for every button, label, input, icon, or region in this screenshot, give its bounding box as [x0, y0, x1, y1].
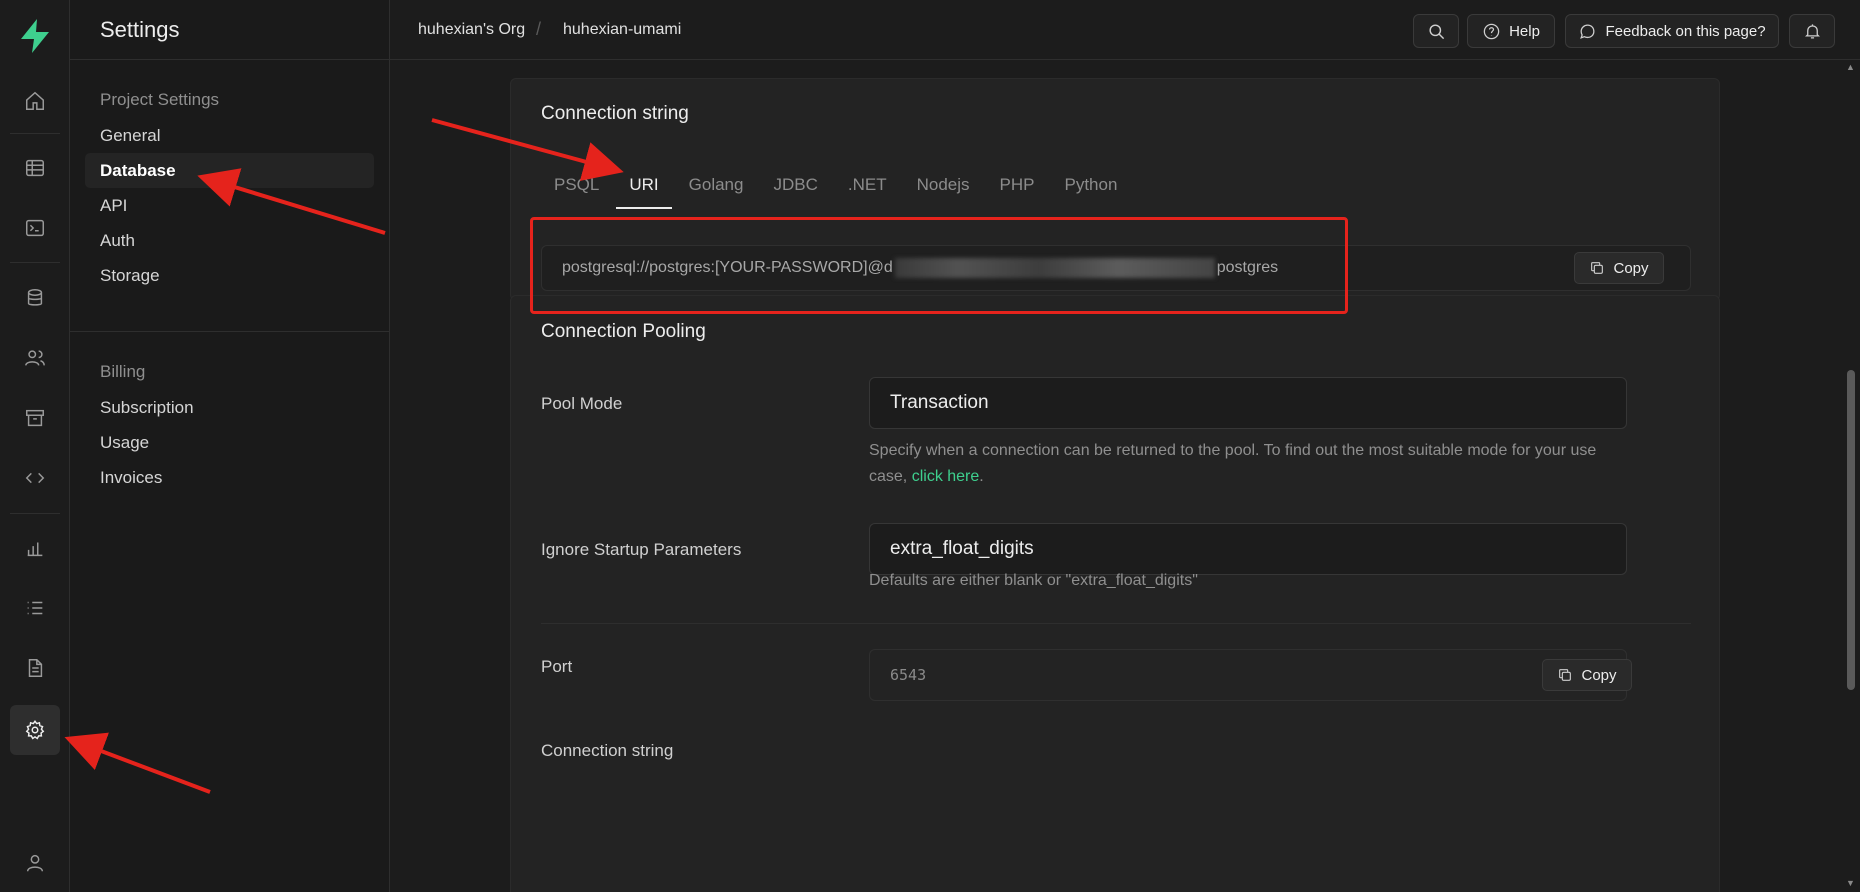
sql-editor-icon[interactable]: [10, 203, 60, 253]
help-end: .: [979, 468, 984, 485]
tab-golang[interactable]: Golang: [676, 173, 757, 209]
reports-icon[interactable]: [10, 523, 60, 573]
top-bar: huhexian's Org / huhexian-umami Help Fee…: [390, 0, 1860, 60]
rail-divider: [10, 133, 60, 134]
scroll-down-arrow-icon[interactable]: ▼: [1846, 878, 1855, 888]
rail-divider: [10, 513, 60, 514]
home-icon[interactable]: [10, 76, 60, 126]
pooling-connection-string-label: Connection string: [541, 741, 674, 760]
feedback-label: Feedback on this page?: [1605, 22, 1766, 40]
uri-suffix: postgres: [1216, 259, 1279, 276]
auth-users-icon[interactable]: [10, 333, 60, 383]
sidebar-item-storage[interactable]: Storage: [85, 258, 374, 293]
help-button[interactable]: Help: [1467, 14, 1555, 48]
port-label: Port: [541, 657, 573, 676]
account-icon[interactable]: [10, 838, 60, 888]
sidebar-item-usage[interactable]: Usage: [85, 425, 374, 460]
bell-icon: [1804, 23, 1820, 38]
sidebar-item-subscription[interactable]: Subscription: [85, 390, 374, 425]
copy-port-button[interactable]: Copy: [1542, 659, 1632, 691]
pool-mode-help: Specify when a connection can be returne…: [869, 438, 1629, 490]
tab-jdbc[interactable]: JDBC: [760, 173, 830, 209]
help-label: Help: [1509, 22, 1540, 40]
sidebar-title: Settings: [70, 0, 389, 60]
rail-divider: [10, 262, 60, 263]
pool-mode-label: Pool Mode: [541, 394, 623, 413]
pool-mode-select[interactable]: Transaction: [869, 377, 1627, 429]
port-field[interactable]: 6543: [869, 649, 1627, 701]
billing-section: Billing Subscription Usage Invoices: [70, 332, 389, 495]
ignore-startup-label: Ignore Startup Parameters: [541, 540, 742, 559]
main-scrollbar[interactable]: ▲ ▼: [1842, 60, 1860, 892]
tab-psql[interactable]: PSQL: [541, 173, 612, 209]
sidebar-item-database[interactable]: Database: [85, 153, 374, 188]
sidebar-item-general[interactable]: General: [85, 118, 374, 153]
sidebar-item-api[interactable]: API: [85, 188, 374, 223]
sidebar-item-auth[interactable]: Auth: [85, 223, 374, 258]
breadcrumb-org[interactable]: huhexian's Org: [418, 21, 525, 39]
copy-icon: [1591, 262, 1604, 274]
main-content: Connection string PSQL URI Golang JDBC .…: [390, 60, 1840, 892]
breadcrumb-project[interactable]: huhexian-umami: [563, 21, 681, 39]
language-tabs: PSQL URI Golang JDBC .NET Nodejs PHP Pyt…: [541, 173, 1134, 209]
project-settings-section: Project Settings General Database API Au…: [70, 60, 389, 293]
copy-uri-button[interactable]: Copy: [1574, 252, 1664, 284]
settings-icon[interactable]: [10, 705, 60, 755]
logs-icon[interactable]: [10, 583, 60, 633]
notifications-button[interactable]: [1789, 14, 1835, 48]
connection-string-card: Connection string PSQL URI Golang JDBC .…: [510, 78, 1720, 301]
uri-prefix: postgresql://postgres:[YOUR-PASSWORD]@d: [562, 259, 893, 276]
row-divider: [541, 623, 1691, 624]
card-title: Connection Pooling: [541, 321, 706, 342]
icon-rail: [0, 0, 70, 892]
click-here-link[interactable]: click here: [912, 468, 980, 485]
connection-uri-field[interactable]: postgresql://postgres:[YOUR-PASSWORD]@d …: [541, 245, 1691, 291]
scroll-thumb[interactable]: [1847, 370, 1855, 690]
scroll-up-arrow-icon[interactable]: ▲: [1846, 62, 1855, 72]
tab-nodejs[interactable]: Nodejs: [904, 173, 983, 209]
edge-functions-icon[interactable]: [10, 453, 60, 503]
settings-sidebar: Settings Project Settings General Databa…: [70, 0, 390, 892]
tab-python[interactable]: Python: [1052, 173, 1131, 209]
storage-icon[interactable]: [10, 393, 60, 443]
copy-label: Copy: [1581, 666, 1617, 684]
sidebar-item-invoices[interactable]: Invoices: [85, 460, 374, 495]
search-icon: [1428, 23, 1444, 39]
copy-label: Copy: [1613, 259, 1649, 277]
search-button[interactable]: [1413, 14, 1459, 48]
section-title: Project Settings: [100, 90, 220, 109]
feedback-button[interactable]: Feedback on this page?: [1565, 14, 1779, 48]
database-icon[interactable]: [10, 273, 60, 323]
tab-php[interactable]: PHP: [987, 173, 1048, 209]
ignore-startup-help: Defaults are either blank or "extra_floa…: [869, 572, 1198, 589]
tab-dotnet[interactable]: .NET: [835, 173, 900, 209]
api-docs-icon[interactable]: [10, 643, 60, 693]
breadcrumb-separator: /: [536, 19, 542, 39]
card-title: Connection string: [541, 103, 689, 124]
connection-pooling-card: Connection Pooling Pool Mode Transaction…: [510, 295, 1720, 892]
supabase-logo-icon[interactable]: [16, 17, 54, 55]
redacted-host-blur: [894, 258, 1215, 278]
section-title: Billing: [100, 362, 146, 381]
copy-icon: [1559, 669, 1572, 681]
help-circle-icon: [1483, 23, 1500, 39]
app-window: Settings Project Settings General Databa…: [0, 0, 1860, 892]
tab-uri[interactable]: URI: [616, 173, 672, 209]
chat-bubble-icon: [1580, 24, 1595, 39]
table-editor-icon[interactable]: [10, 143, 60, 193]
